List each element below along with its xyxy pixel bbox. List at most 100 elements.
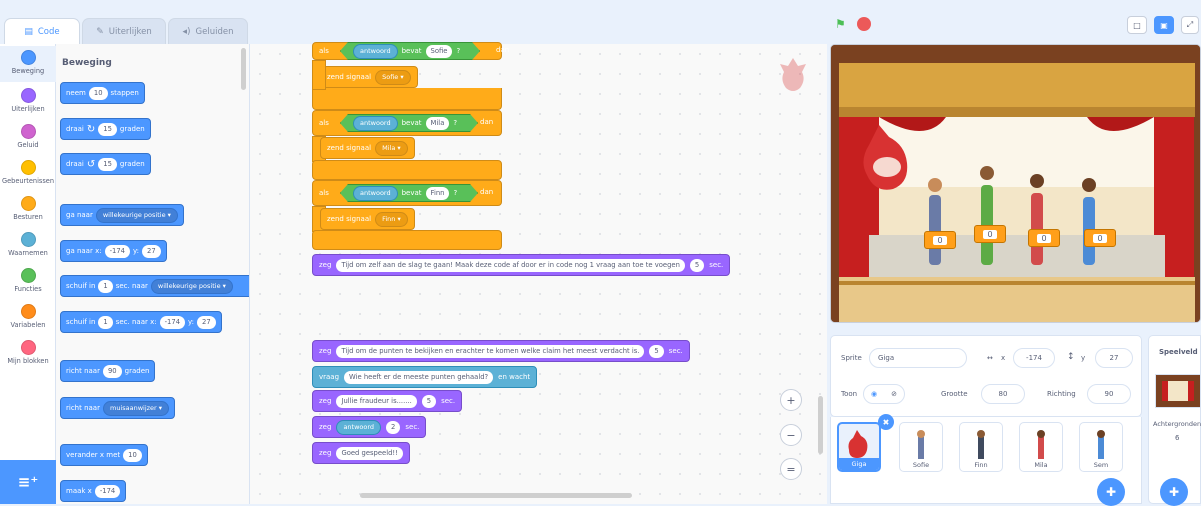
- block-move-steps[interactable]: neem 10 stappen: [60, 82, 145, 104]
- stage[interactable]: 0 0 0 0: [830, 44, 1201, 323]
- block-dropdown[interactable]: willekeurige positie: [95, 207, 178, 223]
- block-input[interactable]: 10: [123, 448, 142, 462]
- block-turn-right[interactable]: draai ↻ 15 graden: [60, 118, 151, 140]
- category-sound[interactable]: Geluid: [0, 122, 56, 149]
- broadcast-block[interactable]: zend signaal Sofie: [320, 66, 418, 88]
- y-input[interactable]: 27: [1095, 348, 1133, 368]
- block-input[interactable]: Goed gespeeld!!: [336, 446, 403, 460]
- block-set-x[interactable]: maak x -174: [60, 480, 127, 502]
- green-flag-button[interactable]: ⚑: [835, 17, 846, 31]
- block-input[interactable]: Tijd om de punten te bekijken en erachte…: [336, 344, 645, 358]
- block-goto[interactable]: ga naar willekeurige positie: [60, 204, 184, 226]
- category-looks[interactable]: Uiterlijken: [0, 86, 56, 113]
- block-dropdown[interactable]: Mila: [375, 140, 408, 156]
- contains-operator[interactable]: antwoord bevat Sofie?: [340, 42, 480, 60]
- block-input[interactable]: Jullie fraudeur is.......: [336, 394, 417, 408]
- block-input[interactable]: 1: [98, 315, 113, 329]
- normal-stage-button[interactable]: ▣: [1154, 16, 1174, 34]
- tab-sounds[interactable]: ◂) Geluiden: [168, 18, 248, 44]
- block-text: verander x met: [66, 451, 121, 459]
- fullscreen-button[interactable]: ⤢: [1181, 16, 1199, 34]
- size-input[interactable]: 80: [981, 384, 1025, 404]
- block-input[interactable]: -174: [94, 484, 121, 498]
- block-input[interactable]: -174: [159, 315, 186, 329]
- direction-input[interactable]: 90: [1087, 384, 1131, 404]
- broadcast-block[interactable]: zend signaal Finn: [320, 208, 415, 230]
- block-input[interactable]: -174: [104, 244, 131, 258]
- block-input[interactable]: 10: [88, 86, 108, 100]
- answer-reporter[interactable]: antwoord: [336, 419, 382, 435]
- sprite-thumb-sofie[interactable]: Sofie: [899, 422, 943, 472]
- category-control[interactable]: Besturen: [0, 194, 56, 221]
- block-input[interactable]: 15: [98, 157, 117, 171]
- block-turn-left[interactable]: draai ↺ 15 graden: [60, 153, 151, 175]
- add-extension-button[interactable]: ≡⁺: [0, 460, 56, 504]
- category-my-blocks[interactable]: Mijn blokken: [0, 338, 56, 365]
- zoom-reset-button[interactable]: =: [780, 458, 802, 480]
- block-input[interactable]: 5: [689, 258, 705, 272]
- sprite-name-input[interactable]: Giga: [869, 348, 967, 368]
- block-input[interactable]: 1: [98, 279, 113, 293]
- answer-reporter[interactable]: antwoord: [353, 116, 398, 131]
- sprite-thumb-finn[interactable]: Finn: [959, 422, 1003, 472]
- category-operators[interactable]: Functies: [0, 266, 56, 293]
- ask-block[interactable]: vraag Wie heeft er de meeste punten gehaa…: [312, 366, 538, 388]
- add-sprite-button[interactable]: ✚: [1097, 478, 1125, 506]
- block-input[interactable]: Tijd om zelf aan de slag te gaan! Maak d…: [336, 258, 685, 272]
- answer-reporter[interactable]: antwoord: [353, 186, 398, 201]
- contains-operator[interactable]: antwoord bevat Mila?: [340, 114, 478, 132]
- say-block-5[interactable]: zeg Goed gespeeld!!: [312, 442, 410, 464]
- block-dropdown[interactable]: willekeurige positie: [150, 278, 233, 294]
- block-input[interactable]: 90: [102, 364, 122, 378]
- block-input[interactable]: Wie heeft er de meeste punten gehaald?: [344, 370, 494, 384]
- say-block-4[interactable]: zeg antwoord 2 sec.: [312, 416, 427, 438]
- category-variables[interactable]: Variabelen: [0, 302, 56, 329]
- script-vertical-scrollbar[interactable]: [818, 396, 823, 454]
- block-dropdown[interactable]: Sofie: [375, 69, 411, 85]
- block-point-direction[interactable]: richt naar 90 graden: [60, 360, 156, 382]
- palette-scrollbar[interactable]: [241, 48, 246, 90]
- block-glide[interactable]: schuif in 1 sec. naar willekeurige positie: [60, 275, 249, 297]
- block-change-x[interactable]: verander x met 10: [60, 444, 148, 466]
- block-input[interactable]: 2: [386, 420, 401, 434]
- category-motion[interactable]: Beweging: [0, 46, 56, 82]
- broadcast-block[interactable]: zend signaal Mila: [320, 137, 415, 159]
- block-input[interactable]: Finn: [426, 187, 450, 200]
- eye-icon[interactable]: ◉: [871, 390, 877, 398]
- category-sensing[interactable]: Waarnemen: [0, 230, 56, 257]
- tab-code[interactable]: ▤ Code: [4, 18, 80, 44]
- delete-sprite-button[interactable]: ✖: [878, 414, 894, 430]
- zoom-in-button[interactable]: +: [780, 389, 802, 411]
- script-area[interactable]: als antwoord bevat Sofie? dan zend signaal…: [250, 42, 827, 504]
- contains-operator[interactable]: antwoord bevat Finn?: [340, 184, 478, 202]
- eye-hidden-icon[interactable]: ⊘: [891, 390, 897, 398]
- block-input[interactable]: Mila: [426, 117, 450, 130]
- sprite-thumb-sem[interactable]: Sem: [1079, 422, 1123, 472]
- small-stage-button[interactable]: □: [1127, 16, 1147, 34]
- answer-reporter[interactable]: antwoord: [353, 44, 398, 59]
- block-input[interactable]: 15: [98, 122, 117, 136]
- show-toggle[interactable]: ◉ ⊘: [863, 384, 905, 404]
- sprite-thumb-giga[interactable]: Giga: [837, 422, 881, 472]
- zoom-out-button[interactable]: −: [780, 424, 802, 446]
- block-input[interactable]: 27: [197, 315, 216, 329]
- block-input[interactable]: 27: [142, 244, 161, 258]
- say-block-3[interactable]: zeg Jullie fraudeur is....... 5 sec.: [312, 390, 463, 412]
- block-glide-xy[interactable]: schuif in 1 sec. naar x: -174 y: 27: [60, 311, 222, 333]
- say-block-1[interactable]: zeg Tijd om zelf aan de slag te gaan! Maa…: [312, 254, 731, 276]
- say-block-2[interactable]: zeg Tijd om de punten te bekijken en erac…: [312, 340, 690, 362]
- tab-costumes[interactable]: ✎ Uiterlijken: [82, 18, 166, 44]
- sprite-thumb-mila[interactable]: Mila: [1019, 422, 1063, 472]
- script-horizontal-scrollbar[interactable]: [360, 493, 632, 498]
- block-input[interactable]: 5: [421, 394, 437, 408]
- block-dropdown[interactable]: muisaanwijzer: [102, 400, 170, 416]
- block-goto-xy[interactable]: ga naar x: -174 y: 27: [60, 240, 167, 262]
- block-dropdown[interactable]: Finn: [375, 211, 408, 227]
- add-backdrop-button[interactable]: ✚: [1160, 478, 1188, 506]
- block-input[interactable]: Sofie: [426, 45, 453, 58]
- category-events[interactable]: Gebeurtenissen: [0, 158, 56, 185]
- x-input[interactable]: -174: [1013, 348, 1055, 368]
- block-input[interactable]: 5: [649, 344, 664, 358]
- stop-button[interactable]: [857, 17, 871, 31]
- block-point-towards[interactable]: richt naar muisaanwijzer: [60, 397, 176, 419]
